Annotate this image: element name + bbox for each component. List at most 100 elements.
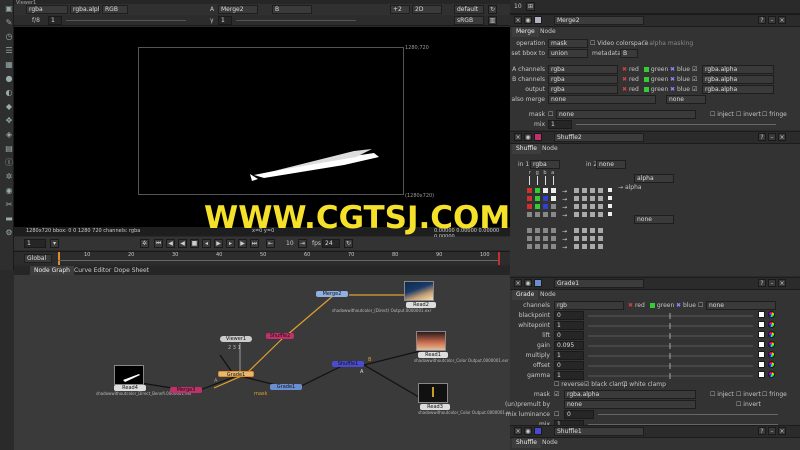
panel-color-icon[interactable] bbox=[534, 16, 542, 24]
viewer-canvas[interactable]: 1280,720 (1280x720) bbox=[14, 27, 510, 227]
mix-field[interactable]: 1 bbox=[548, 120, 572, 129]
unpremult-dropdown[interactable]: none bbox=[564, 400, 696, 409]
alpha-masking-checkbox[interactable]: ☐ alpha masking bbox=[642, 40, 693, 47]
whitepoint-field[interactable]: 1 bbox=[554, 321, 584, 330]
frame-field[interactable]: 1 bbox=[24, 239, 46, 248]
in2-dropdown[interactable]: none bbox=[596, 160, 626, 169]
shuffle2-node[interactable]: Shuffle2 bbox=[266, 333, 294, 339]
panel-minimize-icon[interactable]: – bbox=[768, 427, 776, 435]
panel-help-icon[interactable]: ? bbox=[758, 427, 766, 435]
in1-dropdown[interactable]: rgba bbox=[530, 160, 560, 169]
properties-count[interactable]: 10 bbox=[514, 3, 522, 10]
channels-dropdown[interactable]: rgb bbox=[554, 301, 624, 310]
panel-help-icon[interactable]: ? bbox=[758, 16, 766, 24]
tab-node-graph[interactable]: Node Graph bbox=[30, 266, 74, 275]
grade-mask-check[interactable]: ☑ bbox=[554, 391, 559, 398]
reverse-checkbox[interactable]: ☐ reverse bbox=[554, 381, 584, 388]
toolbar-3d-icon[interactable]: ◈ bbox=[4, 130, 14, 140]
tab-node[interactable]: Node bbox=[538, 438, 562, 448]
panel-close-icon[interactable]: × bbox=[514, 279, 522, 287]
out-red[interactable]: ✖ red bbox=[622, 86, 639, 93]
mix-luminance-check[interactable]: ☐ bbox=[554, 411, 559, 418]
b-alpha-check[interactable]: ☑ bbox=[692, 76, 697, 83]
gamma-color-icon[interactable] bbox=[758, 371, 765, 378]
panel-help-icon[interactable]: ? bbox=[758, 279, 766, 287]
stop-icon[interactable]: ■ bbox=[190, 239, 199, 248]
toolbar-keyer-icon[interactable]: ◐ bbox=[4, 88, 14, 98]
toolbar-metadata-icon[interactable]: Ⓘ bbox=[4, 158, 14, 168]
properties-lock-icon[interactable]: ⊞ bbox=[526, 2, 535, 11]
a-alpha-check[interactable]: ☑ bbox=[692, 66, 697, 73]
metadata-dropdown[interactable]: B bbox=[620, 49, 638, 58]
panel-float-icon[interactable]: ◉ bbox=[524, 279, 532, 287]
prev-key-icon[interactable]: ◀ bbox=[166, 239, 175, 248]
last-frame-icon[interactable]: ⏭ bbox=[250, 239, 259, 248]
a-alpha-dropdown[interactable]: rgba.alpha bbox=[702, 65, 774, 74]
panel-minimize-icon[interactable]: – bbox=[768, 279, 776, 287]
out2-dropdown[interactable]: none bbox=[634, 215, 674, 224]
black-clamp-checkbox[interactable]: ☑ black clamp bbox=[584, 381, 627, 388]
channel-dropdown[interactable]: rgba.alpha bbox=[70, 5, 100, 14]
b-green[interactable]: green bbox=[644, 76, 668, 83]
grade-invert-checkbox[interactable]: ☐ invert bbox=[736, 391, 761, 398]
inject-checkbox[interactable]: ☐ inject bbox=[710, 111, 734, 118]
tab-node[interactable]: Node bbox=[536, 27, 560, 37]
toolbar-channel-icon[interactable]: ☰ bbox=[4, 46, 14, 56]
mix-slider[interactable] bbox=[576, 124, 776, 125]
tab-merge[interactable]: Merge bbox=[512, 27, 539, 37]
toolbar-settings-icon[interactable]: ⚙ bbox=[4, 228, 14, 238]
grade-red[interactable]: ✖ red bbox=[628, 302, 645, 309]
play-icon[interactable]: ▶ bbox=[214, 239, 223, 248]
whitepoint-wheel-icon[interactable] bbox=[768, 321, 775, 328]
next-key-icon[interactable]: ▶ bbox=[238, 239, 247, 248]
panel-close-x-icon[interactable]: × bbox=[778, 16, 786, 24]
step-value[interactable]: 10 bbox=[286, 240, 294, 247]
toolbar-views-icon[interactable]: ▤ bbox=[4, 144, 14, 154]
toolbar-toolsets-icon[interactable]: ◉ bbox=[4, 186, 14, 196]
panel-minimize-icon[interactable]: – bbox=[768, 16, 776, 24]
panel-close-x-icon[interactable]: × bbox=[778, 427, 786, 435]
lift-wheel-icon[interactable] bbox=[768, 331, 775, 338]
timeline[interactable]: Global 10 20 30 40 50 60 70 80 90 100 bbox=[14, 251, 510, 265]
tab-grade[interactable]: Grade bbox=[512, 290, 539, 300]
invert-checkbox[interactable]: ☐ invert bbox=[736, 111, 761, 118]
panel-close-x-icon[interactable]: × bbox=[778, 279, 786, 287]
tab-shuffle[interactable]: Shuffle bbox=[512, 144, 541, 154]
gamma-field[interactable]: 1 bbox=[218, 16, 232, 25]
unpremult-invert-checkbox[interactable]: ☐ invert bbox=[736, 401, 761, 408]
grade-node-active[interactable]: Grade1 bbox=[218, 371, 254, 378]
timeline-playhead[interactable] bbox=[58, 252, 60, 265]
white-clamp-checkbox[interactable]: ☐ white clamp bbox=[622, 381, 666, 388]
b-channels-dropdown[interactable]: rgba bbox=[548, 75, 618, 84]
mask-check[interactable]: ☐ bbox=[548, 111, 553, 118]
offset-color-icon[interactable] bbox=[758, 361, 765, 368]
tab-node[interactable]: Node bbox=[536, 290, 560, 300]
grade-alpha-check[interactable]: ☐ bbox=[698, 302, 703, 309]
gain-wheel-icon[interactable] bbox=[768, 341, 775, 348]
step-forward-icon[interactable]: ▸ bbox=[226, 239, 235, 248]
panel-help-icon[interactable]: ? bbox=[758, 133, 766, 141]
merge2-node[interactable]: Merge2 bbox=[316, 291, 348, 297]
bbox-dropdown[interactable]: union bbox=[548, 49, 588, 58]
gamma-wheel-icon[interactable] bbox=[768, 371, 775, 378]
blackpoint-wheel-icon[interactable] bbox=[768, 311, 775, 318]
toolbar-filter-icon[interactable]: ● bbox=[4, 74, 14, 84]
a-channels-dropdown[interactable]: rgba bbox=[548, 65, 618, 74]
blackpoint-color-icon[interactable] bbox=[758, 311, 765, 318]
panel-color-icon[interactable] bbox=[534, 427, 542, 435]
fps-field[interactable]: 24 bbox=[322, 239, 340, 248]
viewer1-node[interactable]: Viewer1 bbox=[220, 336, 252, 342]
panel-color-icon[interactable] bbox=[534, 279, 542, 287]
grade-sliders[interactable] bbox=[588, 311, 758, 381]
first-frame-icon[interactable]: ⏮ bbox=[154, 239, 163, 248]
colorspace-dropdown[interactable]: RGB bbox=[102, 5, 128, 14]
input-b-dropdown[interactable]: B bbox=[272, 5, 312, 14]
skip-back-icon[interactable]: ⇤ bbox=[266, 239, 275, 248]
frame-range-button[interactable]: ▾ bbox=[50, 239, 59, 248]
a-red[interactable]: ✖ red bbox=[622, 66, 639, 73]
toolbar-time-icon[interactable]: ◷ bbox=[4, 32, 14, 42]
merge-title-field[interactable]: Merge2 bbox=[554, 16, 644, 25]
toolbar-transform-icon[interactable]: ✥ bbox=[4, 116, 14, 126]
skip-forward-icon[interactable]: ⇥ bbox=[298, 239, 307, 248]
shuffle1-title-field[interactable]: Shuffle1 bbox=[554, 427, 644, 436]
